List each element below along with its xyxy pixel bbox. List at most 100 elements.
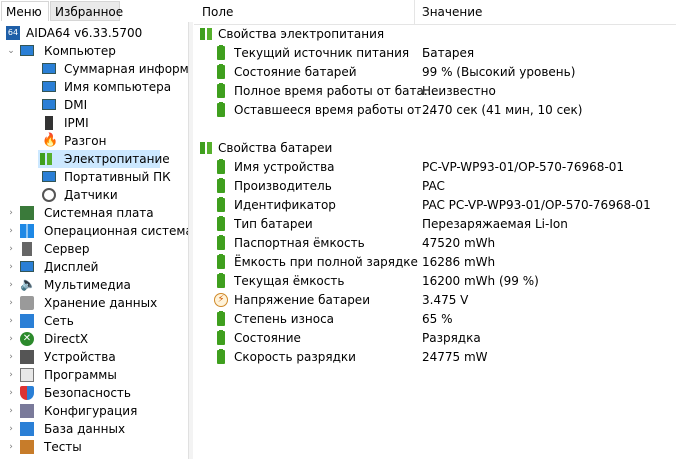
tree-item-devices[interactable]: › Устройства	[2, 348, 188, 366]
tree-item-ipmi[interactable]: IPMI	[2, 114, 188, 132]
tree-item-storage[interactable]: › Хранение данных	[2, 294, 188, 312]
tree-item-sensors[interactable]: Датчики	[2, 186, 188, 204]
flame-icon: 🔥	[42, 133, 59, 148]
tree-item-multimedia[interactable]: › 🔈 Мультимедиа	[2, 276, 188, 294]
chevron-right-icon[interactable]: ›	[6, 240, 16, 258]
tree-item-display[interactable]: › Дисплей	[2, 258, 188, 276]
tree-item-label: Дисплей	[44, 260, 99, 274]
table-row[interactable]: Состояние Разрядка	[194, 329, 676, 348]
table-row[interactable]: Тип батареи Перезаряжаемая Li-Ion	[194, 215, 676, 234]
battery-icon	[214, 102, 228, 117]
tree-item-label: IPMI	[64, 116, 89, 130]
chevron-right-icon[interactable]: ›	[6, 276, 16, 294]
row-field: Ёмкость при полной зарядке	[234, 255, 418, 269]
table-row[interactable]: Оставшееся время работы от ... 2470 сек …	[194, 101, 676, 120]
tree-item-power[interactable]: Электропитание	[38, 150, 170, 168]
tree-item-software[interactable]: › Программы	[2, 366, 188, 384]
row-field: Полное время работы от бата...	[234, 84, 436, 98]
tree-item-label: DirectX	[44, 332, 89, 346]
column-separator[interactable]	[414, 0, 415, 24]
table-row[interactable]: Имя устройства PC-VP-WP93-01/OP-570-7696…	[194, 158, 676, 177]
tree-item-server[interactable]: › Сервер	[2, 240, 188, 258]
monitor-icon	[42, 98, 56, 112]
tree-item-tests[interactable]: › Тесты	[2, 438, 188, 456]
table-row[interactable]: Степень износа 65 %	[194, 310, 676, 329]
tree-item-label: База данных	[44, 422, 126, 436]
chevron-down-icon[interactable]: ⌄	[6, 42, 16, 60]
battery-icon	[214, 64, 228, 79]
table-row[interactable]: Ёмкость при полной зарядке 16286 mWh	[194, 253, 676, 272]
database-icon	[20, 422, 34, 436]
chevron-right-icon[interactable]: ›	[6, 222, 16, 240]
table-row[interactable]: Производитель PAC	[194, 177, 676, 196]
table-row[interactable]: Текущая ёмкость 16200 mWh (99 %)	[194, 272, 676, 291]
row-value: 47520 mWh	[422, 236, 496, 250]
details-panel: Поле Значение Свойства электропитания Те…	[194, 0, 676, 459]
chevron-right-icon[interactable]: ›	[6, 294, 16, 312]
battery-icon	[214, 178, 228, 193]
config-icon	[20, 404, 34, 418]
tree-item-dmi[interactable]: DMI	[2, 96, 188, 114]
tree-item-directx[interactable]: › ✕ DirectX	[2, 330, 188, 348]
tree-item-summary[interactable]: Суммарная информация	[2, 60, 193, 78]
panel-tabs: Меню Избранное	[0, 0, 193, 22]
table-row[interactable]: Паспортная ёмкость 47520 mWh	[194, 234, 676, 253]
tree-item-label: Программы	[44, 368, 117, 382]
tab-menu[interactable]: Меню	[1, 1, 49, 21]
battery-icon	[214, 273, 228, 288]
row-field: Текущий источник питания	[234, 46, 410, 60]
xbox-icon: ✕	[20, 332, 34, 346]
battery-icon	[214, 216, 228, 231]
group-header[interactable]: Свойства батареи	[194, 139, 676, 158]
tree-scrollbar[interactable]	[188, 22, 193, 459]
chevron-right-icon[interactable]: ›	[6, 366, 16, 384]
tree-item-motherboard[interactable]: › Системная плата	[2, 204, 188, 222]
table-row[interactable]: Текущий источник питания Батарея	[194, 44, 676, 63]
aida64-logo-icon: 64	[6, 26, 20, 40]
tree-item-portable[interactable]: Портативный ПК	[2, 168, 188, 186]
chevron-right-icon[interactable]: ›	[6, 402, 16, 420]
tree-item-security[interactable]: › Безопасность	[2, 384, 188, 402]
windows-icon	[20, 224, 34, 238]
chevron-right-icon[interactable]: ›	[6, 312, 16, 330]
tree-item-os[interactable]: › Операционная система	[2, 222, 193, 240]
row-value: PC-VP-WP93-01/OP-570-76968-01	[422, 160, 625, 174]
table-row[interactable]: Полное время работы от бата... Неизвестн…	[194, 82, 676, 101]
tree-item-label: Безопасность	[44, 386, 131, 400]
chevron-right-icon[interactable]: ›	[6, 384, 16, 402]
tree-item-label: Имя компьютера	[64, 80, 172, 94]
tree-item-label: Портативный ПК	[64, 170, 171, 184]
tree-root[interactable]: 64 AIDA64 v6.33.5700	[2, 24, 188, 42]
chevron-right-icon[interactable]: ›	[6, 330, 16, 348]
tree-item-config[interactable]: › Конфигурация	[2, 402, 188, 420]
row-value: Неизвестно	[422, 84, 496, 98]
devices-icon	[20, 350, 34, 364]
chevron-right-icon[interactable]: ›	[6, 204, 16, 222]
battery-icon	[40, 152, 54, 166]
tree-item-overclock[interactable]: 🔥 Разгон	[2, 132, 188, 150]
battery-icon	[214, 311, 228, 326]
tree-item-computer[interactable]: ⌄ Компьютер	[2, 42, 188, 60]
table-row[interactable]: Скорость разрядки 24775 mW	[194, 348, 676, 367]
chevron-right-icon[interactable]: ›	[6, 420, 16, 438]
battery-icon	[214, 330, 228, 345]
table-row[interactable]: Идентификатор PAC PC-VP-WP93-01/OP-570-7…	[194, 196, 676, 215]
chevron-right-icon[interactable]: ›	[6, 348, 16, 366]
tree-item-computer-name[interactable]: Имя компьютера	[2, 78, 188, 96]
row-field: Идентификатор	[234, 198, 336, 212]
tab-favorites[interactable]: Избранное	[50, 1, 123, 21]
table-row[interactable]: Состояние батарей 99 % (Высокий уровень)	[194, 63, 676, 82]
tree-item-database[interactable]: › База данных	[2, 420, 188, 438]
tree-item-network[interactable]: › Сеть	[2, 312, 188, 330]
row-field: Состояние	[234, 331, 301, 345]
battery-icon	[214, 45, 228, 60]
chevron-right-icon[interactable]: ›	[6, 438, 16, 456]
column-value[interactable]: Значение	[422, 0, 482, 24]
group-header[interactable]: Свойства электропитания	[194, 25, 676, 44]
tree-item-label: Устройства	[44, 350, 116, 364]
table-row[interactable]: ⚡ Напряжение батареи 3.475 V	[194, 291, 676, 310]
row-value: Перезаряжаемая Li-Ion	[422, 217, 568, 231]
chevron-right-icon[interactable]: ›	[6, 258, 16, 276]
column-field[interactable]: Поле	[202, 0, 233, 24]
speaker-icon: 🔈	[20, 277, 37, 292]
